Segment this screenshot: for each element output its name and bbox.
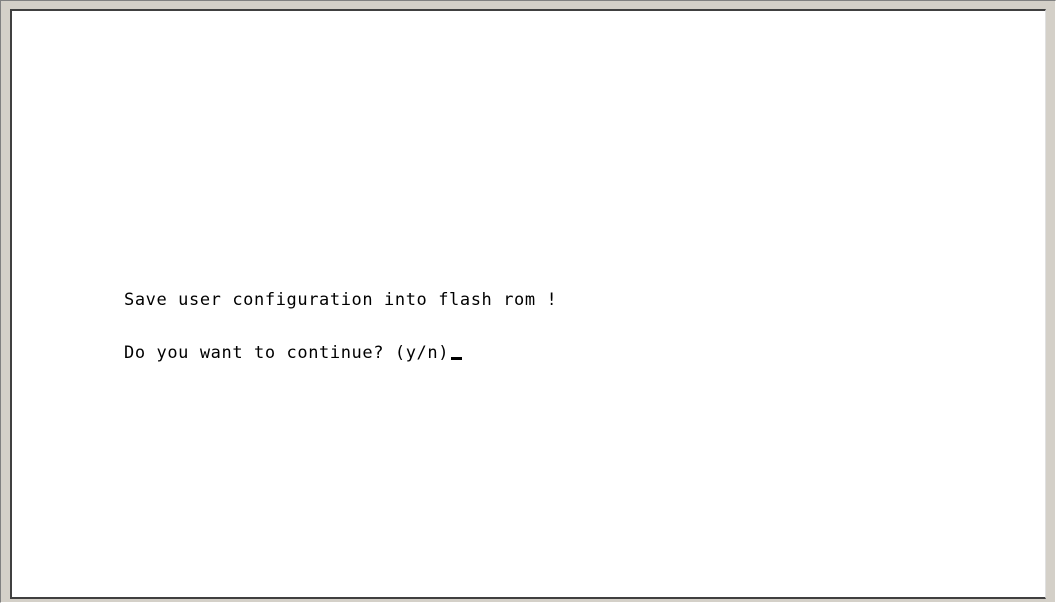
continue-prompt-line: Do you want to continue? (y/n) [124, 343, 463, 363]
continue-prompt-text: Do you want to continue? (y/n) [124, 343, 450, 363]
text-cursor [451, 357, 463, 360]
terminal-screen[interactable]: Save user configuration into flash rom !… [10, 9, 1046, 599]
save-config-message: Save user configuration into flash rom ! [124, 290, 558, 310]
window-frame: Save user configuration into flash rom !… [0, 0, 1056, 603]
